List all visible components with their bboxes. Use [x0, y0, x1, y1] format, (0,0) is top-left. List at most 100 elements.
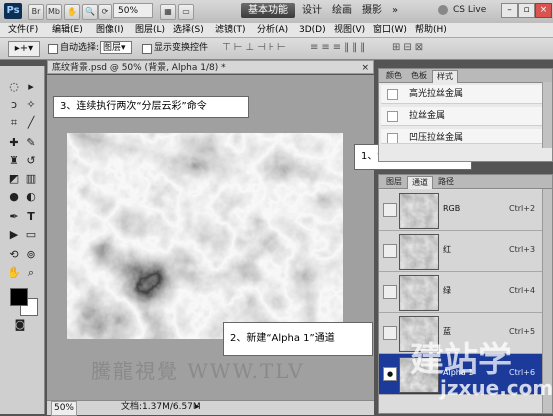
- zoom-tool-icon[interactable]: ⌕: [24, 266, 38, 280]
- style-item[interactable]: 高光拉丝金属: [381, 85, 543, 104]
- menu-edit[interactable]: 编辑(E): [52, 23, 83, 37]
- style-item[interactable]: 凹压拉丝金属: [381, 129, 543, 144]
- document-tab[interactable]: 底纹背景.psd @ 50% (背景, Alpha 1/8) * ×: [47, 60, 374, 74]
- site-watermark-text: 騰龍視覺 WWW.TLV: [91, 359, 305, 383]
- cs-live-icon: [438, 5, 448, 15]
- zoom-level-dropdown[interactable]: 50%: [113, 3, 153, 18]
- auto-select-checkbox[interactable]: [48, 44, 58, 57]
- arrange-documents-icon[interactable]: ▦: [160, 4, 176, 20]
- menu-image[interactable]: 图像(I): [96, 23, 124, 37]
- menu-help[interactable]: 帮助(H): [415, 23, 447, 37]
- history-brush-tool-icon[interactable]: ↺: [24, 154, 38, 168]
- shape-tool-icon[interactable]: ▭: [24, 228, 38, 242]
- callout-step-3: 3、连续执行两次“分层云彩”命令: [53, 96, 249, 118]
- callout-step-2: 2、新建“Alpha 1”通道: [223, 322, 373, 356]
- channel-thumbnail: [399, 193, 439, 229]
- clone-stamp-tool-icon[interactable]: ♜: [7, 154, 21, 168]
- channel-shortcut: Ctrl+5: [509, 327, 536, 336]
- menu-window[interactable]: 窗口(W): [373, 23, 407, 37]
- marquee-tool-icon[interactable]: ◌: [7, 80, 21, 94]
- minimize-button[interactable]: –: [501, 3, 518, 18]
- type-tool-icon[interactable]: T: [24, 210, 38, 224]
- menu-view[interactable]: 视图(V): [334, 23, 365, 37]
- blur-tool-icon[interactable]: ●: [7, 190, 21, 204]
- menu-3d[interactable]: 3D(D): [299, 23, 326, 37]
- channel-row-rgb[interactable]: RGB Ctrl+2: [379, 190, 544, 231]
- pen-tool-icon[interactable]: ✒: [7, 210, 21, 224]
- tool-preset-picker[interactable]: ▸+▾: [8, 41, 40, 57]
- menu-file[interactable]: 文件(F): [8, 23, 38, 37]
- auto-select-label: 自动选择:: [60, 43, 100, 53]
- workspace-photography-button[interactable]: 摄影: [362, 3, 382, 18]
- workspace-painting-button[interactable]: 绘画: [332, 3, 352, 18]
- workspace-design-button[interactable]: 设计: [302, 3, 322, 18]
- show-transform-checkbox[interactable]: [142, 44, 152, 57]
- channel-row-red[interactable]: 红 Ctrl+3: [379, 231, 544, 272]
- distribute-buttons-group[interactable]: ≡≡≡‖‖‖: [310, 42, 368, 54]
- path-selection-tool-icon[interactable]: ▶: [7, 228, 21, 242]
- style-item-label: 拉丝金属: [409, 111, 446, 121]
- style-item-label: 凹压拉丝金属: [409, 133, 464, 143]
- styles-panel: 颜色 色板 样式 高光拉丝金属 拉丝金属 凹压拉丝金属: [378, 68, 553, 162]
- visibility-eye-icon[interactable]: [383, 244, 397, 258]
- menu-select[interactable]: 选择(S): [173, 23, 204, 37]
- auto-align-buttons-group[interactable]: ⊞⊟⊠: [392, 42, 426, 54]
- auto-select-value: 图层: [103, 43, 122, 53]
- quick-select-tool-icon[interactable]: ✧: [24, 98, 38, 112]
- healing-brush-tool-icon[interactable]: ✚: [7, 136, 21, 150]
- tab-color[interactable]: 颜色: [382, 70, 406, 82]
- rotate-view-icon[interactable]: ⟳: [98, 4, 112, 20]
- minibridge-icon[interactable]: Mb: [46, 4, 62, 20]
- status-bar: 50% 文档:1.37M/6.57M ▸: [47, 400, 374, 416]
- tab-channels[interactable]: 通道: [407, 176, 433, 189]
- auto-select-dropdown[interactable]: 图层▾: [100, 41, 132, 54]
- clouds-canvas[interactable]: [67, 133, 343, 339]
- dodge-tool-icon[interactable]: ◐: [24, 190, 38, 204]
- channel-name: 绿: [443, 286, 451, 295]
- style-item[interactable]: 拉丝金属: [381, 107, 543, 126]
- document-close-icon[interactable]: ×: [361, 61, 369, 75]
- visibility-eye-icon[interactable]: ●: [383, 367, 397, 381]
- crop-tool-icon[interactable]: ⌗: [7, 116, 21, 130]
- restore-button[interactable]: ▫: [518, 3, 535, 18]
- styles-scrollbar[interactable]: [542, 82, 552, 148]
- brush-tool-icon[interactable]: ✎: [24, 136, 38, 150]
- gradient-tool-icon[interactable]: ▥: [24, 172, 38, 186]
- bridge-icon[interactable]: Br: [28, 4, 44, 20]
- eraser-tool-icon[interactable]: ◩: [7, 172, 21, 186]
- show-transform-label: 显示变换控件: [154, 43, 209, 53]
- 3d-orbit-tool-icon[interactable]: ⊚: [24, 248, 38, 262]
- lasso-tool-icon[interactable]: ↄ: [7, 98, 21, 112]
- hand-icon[interactable]: ✋: [64, 4, 80, 20]
- options-bar: ▸+▾ 自动选择: 图层▾ 显示变换控件 ⊤⊢⊥⊣⊦⊢ ≡≡≡‖‖‖ ⊞⊟⊠: [0, 38, 553, 60]
- screen-mode-icon[interactable]: ▭: [178, 4, 194, 20]
- workspace-more-icon[interactable]: »: [392, 3, 398, 18]
- channel-thumbnail: [399, 275, 439, 311]
- quick-mask-icon[interactable]: ◙: [13, 318, 27, 332]
- channel-thumbnail: [399, 234, 439, 270]
- zoom-tool-icon[interactable]: 🔍: [82, 4, 98, 20]
- site-url-watermark: jzxue.com: [440, 376, 553, 400]
- photoshop-logo: Ps: [4, 3, 22, 19]
- tab-paths[interactable]: 路径: [434, 176, 458, 188]
- 3d-rotate-tool-icon[interactable]: ⟲: [7, 248, 21, 262]
- status-menu-icon[interactable]: ▸: [195, 401, 200, 414]
- channel-row-green[interactable]: 绿 Ctrl+4: [379, 272, 544, 313]
- close-button[interactable]: ×: [535, 3, 552, 18]
- tab-styles[interactable]: 样式: [432, 70, 458, 83]
- cs-live-button[interactable]: CS Live: [453, 3, 486, 18]
- visibility-eye-icon[interactable]: [383, 203, 397, 217]
- menu-analysis[interactable]: 分析(A): [257, 23, 288, 37]
- workspace-essentials-button[interactable]: 基本功能: [241, 3, 295, 18]
- hand-tool-icon[interactable]: ✋: [7, 266, 21, 280]
- tab-layers[interactable]: 图层: [382, 176, 406, 188]
- tab-swatches[interactable]: 色板: [407, 70, 431, 82]
- eyedropper-tool-icon[interactable]: ╱: [24, 116, 38, 130]
- move-tool-icon[interactable]: ▸: [24, 80, 38, 94]
- menu-layer[interactable]: 图层(L): [135, 23, 165, 37]
- visibility-eye-icon[interactable]: [383, 326, 397, 340]
- menu-bar: 文件(F) 编辑(E) 图像(I) 图层(L) 选择(S) 滤镜(T) 分析(A…: [0, 23, 553, 38]
- align-buttons-group[interactable]: ⊤⊢⊥⊣⊦⊢: [222, 42, 289, 54]
- menu-filter[interactable]: 滤镜(T): [215, 23, 246, 37]
- visibility-eye-icon[interactable]: [383, 285, 397, 299]
